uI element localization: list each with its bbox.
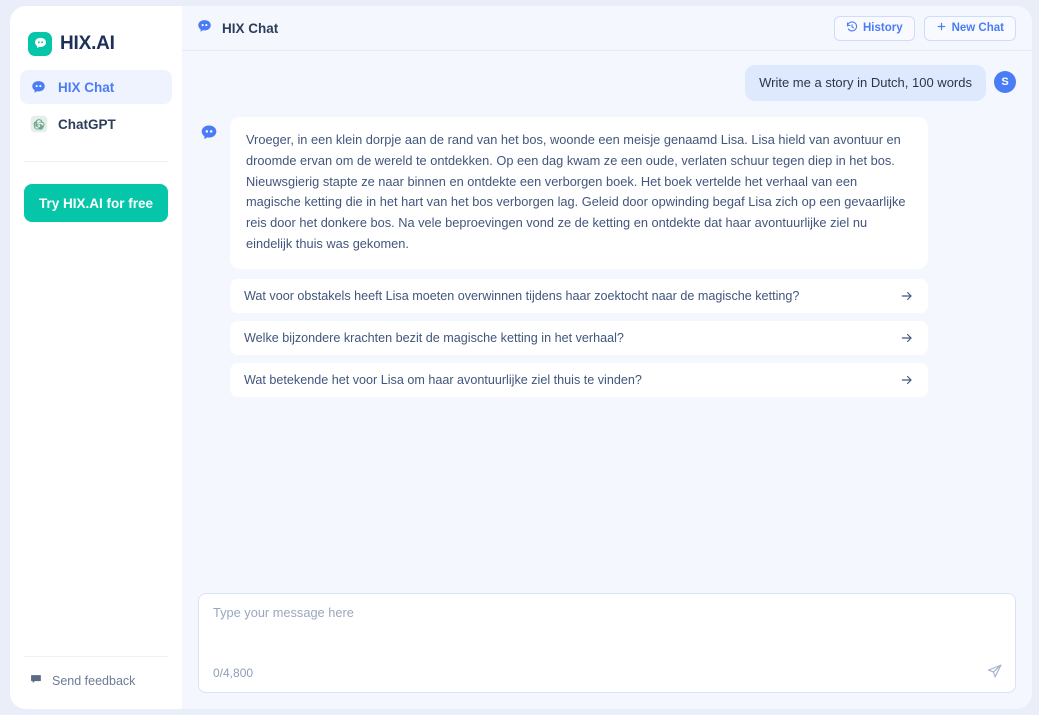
assistant-message-bubble: Vroeger, in een klein dorpje aan de rand… [230,117,928,269]
character-counter: 0/4,800 [213,666,254,680]
sidebar: HIX.AI HIX Chat ChatGPT Try HIX.AI for f… [10,6,182,709]
sidebar-footer: Send feedback [10,656,182,709]
hix-chat-icon [196,18,213,38]
send-feedback-label: Send feedback [52,674,136,688]
suggestion-label: Wat voor obstakels heeft Lisa moeten ove… [244,288,800,303]
brand: HIX.AI [10,6,182,62]
plus-icon [936,21,947,35]
hix-logo-icon [28,31,52,56]
history-button[interactable]: History [833,15,915,41]
topbar-actions: History New Chat [833,15,1016,41]
sidebar-item-label: ChatGPT [58,116,116,132]
sidebar-divider [24,161,168,162]
message-input[interactable] [213,605,1001,651]
history-label: History [862,22,903,34]
main-area: HIX Chat History New Chat Write me a sto… [182,6,1032,709]
conversation-thread: Write me a story in Dutch, 100 words S V… [182,51,1032,593]
suggestion-label: Wat betekende het voor Lisa om haar avon… [244,372,642,387]
sidebar-item-chatgpt[interactable]: ChatGPT [20,107,172,141]
openai-icon [29,115,48,134]
sidebar-footer-divider [24,656,168,657]
list-item[interactable]: Wat voor obstakels heeft Lisa moeten ove… [230,278,928,313]
arrow-right-icon [900,373,914,387]
send-feedback-button[interactable]: Send feedback [10,671,182,691]
arrow-right-icon [900,289,914,303]
send-paper-plane-icon [986,663,1003,683]
list-item[interactable]: Wat betekende het voor Lisa om haar avon… [230,362,928,397]
hix-chat-icon [198,122,220,144]
sidebar-nav: HIX Chat ChatGPT [10,70,182,144]
avatar: S [994,71,1016,93]
send-button[interactable] [986,663,1003,683]
brand-name: HIX.AI [60,32,115,54]
suggestion-label: Welke bijzondere krachten bezit de magis… [244,330,624,345]
page-title-label: HIX Chat [222,20,279,36]
clock-history-icon [846,20,858,36]
arrow-right-icon [900,331,914,345]
app-window: HIX.AI HIX Chat ChatGPT Try HIX.AI for f… [10,6,1032,709]
new-chat-label: New Chat [951,22,1004,34]
user-message-bubble: Write me a story in Dutch, 100 words [745,65,986,102]
user-message-row: Write me a story in Dutch, 100 words S [198,65,1016,102]
suggestion-list: Wat voor obstakels heeft Lisa moeten ove… [230,278,928,397]
topbar: HIX Chat History New Chat [182,6,1032,51]
app-root: HIX.AI HIX Chat ChatGPT Try HIX.AI for f… [0,0,1039,715]
page-title: HIX Chat [196,18,278,38]
composer: 0/4,800 [198,593,1016,693]
feedback-flag-icon [30,673,43,689]
new-chat-button[interactable]: New Chat [923,15,1016,41]
hix-chat-icon [29,78,48,97]
assistant-message-row: Vroeger, in een klein dorpje aan de rand… [198,117,1016,269]
sidebar-item-label: HIX Chat [58,79,115,95]
composer-footer: 0/4,800 [213,663,1003,683]
sidebar-item-hix-chat[interactable]: HIX Chat [20,70,172,104]
try-hix-free-button[interactable]: Try HIX.AI for free [24,184,168,222]
list-item[interactable]: Welke bijzondere krachten bezit de magis… [230,320,928,355]
composer-area: 0/4,800 [182,593,1032,709]
